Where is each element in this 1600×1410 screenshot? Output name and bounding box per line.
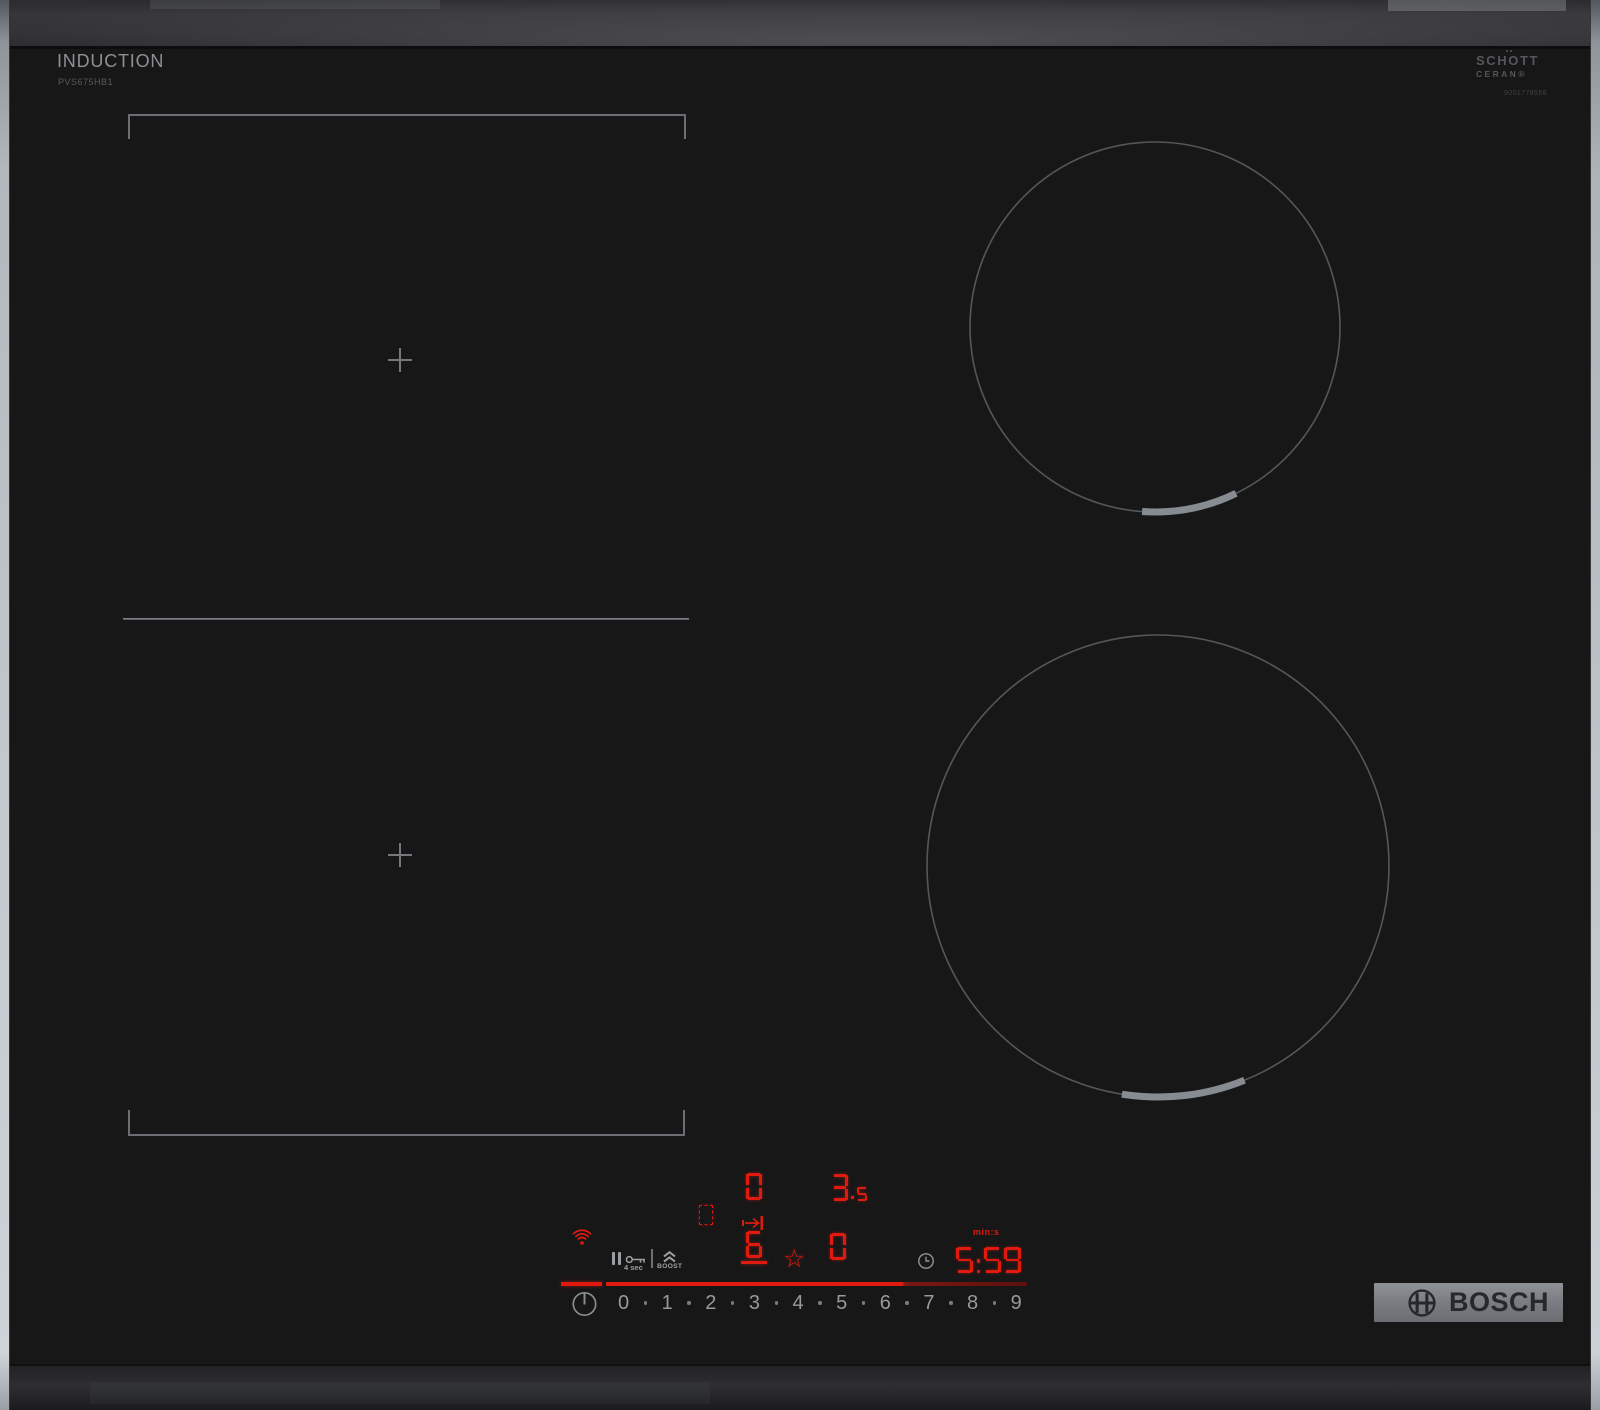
boost-label: BOOST <box>657 1263 682 1270</box>
cooking-zones-graphic <box>0 0 1600 1410</box>
star-icon[interactable]: ☆ <box>783 1247 805 1272</box>
level-separator-dot <box>731 1301 735 1305</box>
serial-number: 9001778556 <box>1504 90 1547 97</box>
schott-ceran-logo: SCHOTT CERAN® <box>1476 53 1539 79</box>
induction-hob: INDUCTION PVS675HB1 SCHOTT CERAN® 900177… <box>0 0 1600 1410</box>
cooking-zone-bottom-right <box>927 635 1389 1097</box>
power-level-7[interactable]: 7 <box>923 1292 934 1315</box>
pan-marker-bottom-right <box>1122 1080 1245 1097</box>
schott-logo-line2: CERAN® <box>1476 69 1539 79</box>
key-lock-icon[interactable] <box>625 1252 646 1263</box>
led-display-flex-bottom <box>746 1231 762 1258</box>
plus-mark-icon <box>388 348 412 372</box>
timer-unit-label: min:s <box>973 1227 1000 1237</box>
power-level-progress-bar <box>606 1282 1027 1286</box>
led-display-right-top <box>832 1174 867 1201</box>
metal-trim-right <box>1590 0 1600 1410</box>
flex-zone-separator-line <box>123 618 689 620</box>
bosch-logo-text: BOSCH <box>1449 1287 1549 1318</box>
schott-o-dots <box>1506 50 1512 52</box>
top-reflection-right <box>1388 0 1566 11</box>
level-separator-dot <box>775 1301 779 1305</box>
power-level-scale[interactable]: 0 1 2 3 4 5 6 7 8 9 <box>618 1289 1022 1317</box>
power-level-2[interactable]: 2 <box>705 1292 716 1315</box>
move-pan-icon <box>742 1216 766 1230</box>
power-level-3[interactable]: 3 <box>749 1292 760 1315</box>
level-separator-dot <box>993 1301 997 1305</box>
progress-bar-short <box>561 1282 602 1286</box>
level-separator-dot <box>687 1301 691 1305</box>
level-separator-dot <box>818 1301 822 1305</box>
power-level-0[interactable]: 0 <box>618 1292 629 1315</box>
active-zone-underline <box>741 1261 767 1264</box>
wifi-icon[interactable] <box>571 1228 593 1246</box>
power-level-5[interactable]: 5 <box>836 1292 847 1315</box>
top-reflection-left <box>150 0 440 9</box>
bosch-anchor-icon <box>1407 1288 1437 1318</box>
led-timer-display <box>956 1247 1021 1273</box>
bottom-reflection <box>90 1382 710 1404</box>
product-title: INDUCTION <box>57 51 164 72</box>
level-separator-dot <box>905 1301 909 1305</box>
led-display-right-bottom <box>830 1233 846 1260</box>
power-level-6[interactable]: 6 <box>880 1292 891 1315</box>
pause-icon[interactable] <box>612 1252 621 1265</box>
model-number: PVS675HB1 <box>58 77 113 87</box>
level-separator-dot <box>949 1301 953 1305</box>
power-level-8[interactable]: 8 <box>967 1292 978 1315</box>
pan-marker-top-right <box>1142 493 1236 512</box>
led-display-flex-top <box>746 1173 762 1200</box>
power-level-9[interactable]: 9 <box>1011 1292 1022 1315</box>
level-separator-dot <box>862 1301 866 1305</box>
schott-logo-line1: SCHOTT <box>1476 53 1539 68</box>
cooking-zone-top-right <box>970 142 1340 512</box>
boost-chevrons-icon[interactable] <box>662 1250 677 1262</box>
flex-zone-top-bracket <box>128 114 686 139</box>
power-level-1[interactable]: 1 <box>662 1292 673 1315</box>
plus-mark-icon <box>388 843 412 867</box>
lock-hold-label: 4 sec <box>624 1263 643 1272</box>
power-icon[interactable] <box>571 1290 598 1317</box>
control-divider <box>651 1249 653 1268</box>
metal-trim-left <box>0 0 10 1410</box>
flex-zone-bottom-bracket <box>128 1110 685 1136</box>
power-level-4[interactable]: 4 <box>793 1292 804 1315</box>
level-separator-dot <box>644 1301 648 1305</box>
clock-icon[interactable] <box>917 1252 935 1270</box>
zone-transfer-icon[interactable] <box>699 1205 713 1225</box>
bosch-logo-plate: BOSCH <box>1374 1283 1563 1322</box>
